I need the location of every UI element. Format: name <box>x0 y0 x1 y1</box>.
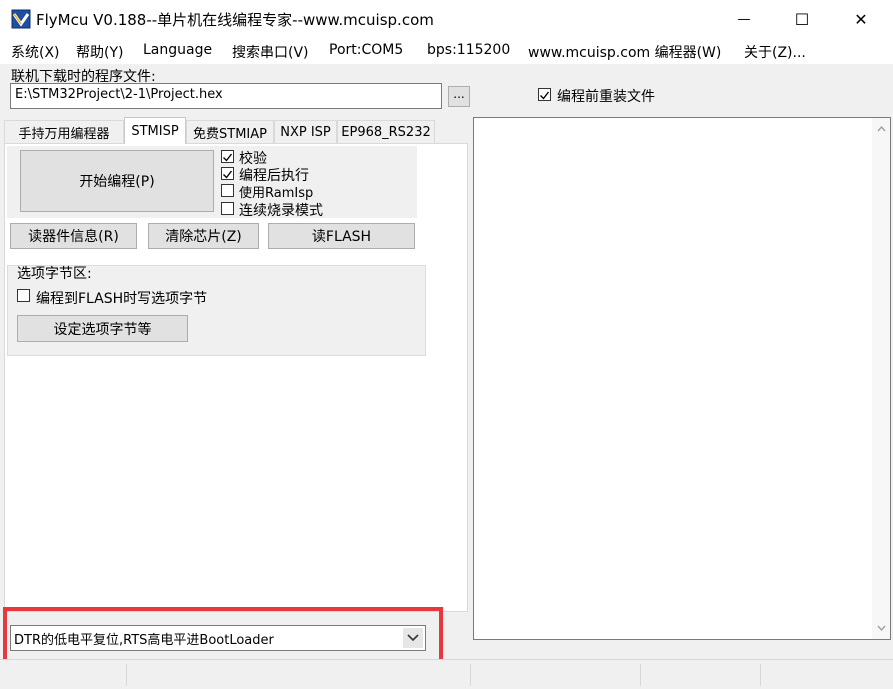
verify-checkbox[interactable] <box>221 150 234 163</box>
start-programming-button[interactable]: 开始编程(P) <box>20 150 214 212</box>
flymcu-app-icon <box>11 9 31 29</box>
maximize-button[interactable]: ☐ <box>779 0 825 38</box>
title-bar[interactable]: FlyMcu V0.188--单片机在线编程专家--www.mcuisp.com… <box>0 0 893 38</box>
continuous-mode-checkbox[interactable] <box>221 202 234 215</box>
status-separator <box>126 664 127 686</box>
run-after-program-checkbox[interactable] <box>221 167 234 180</box>
checkmark-icon <box>540 91 550 100</box>
status-separator <box>640 664 641 686</box>
boot-mode-selected: DTR的低电平复位,RTS高电平进BootLoader <box>14 632 274 648</box>
reload-file-label: 编程前重装文件 <box>557 89 655 105</box>
tab-ep968-rs232[interactable]: EP968_RS232 <box>337 120 435 144</box>
menu-bps[interactable]: bps:115200 <box>427 42 510 58</box>
scroll-down-icon[interactable] <box>877 625 886 631</box>
menu-about[interactable]: 关于(Z)... <box>744 42 806 62</box>
menu-help[interactable]: 帮助(Y) <box>76 42 123 62</box>
program-file-path: E:\STM32Project\2-1\Project.hex <box>15 87 223 102</box>
menu-port[interactable]: Port:COM5 <box>329 42 403 58</box>
tab-stmisp[interactable]: STMISP <box>124 117 186 144</box>
minimize-icon: — <box>737 11 751 27</box>
option-bytes-group-label: 选项字节区: <box>17 266 92 282</box>
checkmark-icon <box>223 153 233 162</box>
read-flash-button[interactable]: 读FLASH <box>268 223 415 249</box>
minimize-button[interactable]: — <box>721 0 767 38</box>
menu-language[interactable]: Language <box>143 42 212 58</box>
status-separator <box>470 664 471 686</box>
chevron-down-icon <box>407 634 419 642</box>
close-icon: ✕ <box>854 9 868 29</box>
read-device-info-button[interactable]: 读器件信息(R) <box>10 223 137 249</box>
use-ramisp-label: 使用RamIsp <box>239 186 314 201</box>
boot-mode-select[interactable]: DTR的低电平复位,RTS高电平进BootLoader <box>10 625 426 651</box>
tab-handheld-programmer[interactable]: 手持万用编程器 <box>4 120 124 144</box>
set-option-bytes-button[interactable]: 设定选项字节等 <box>17 315 188 342</box>
boot-mode-dropdown-button[interactable] <box>403 628 423 648</box>
write-option-bytes-label: 编程到FLASH时写选项字节 <box>36 291 208 307</box>
tab-nxp-isp[interactable]: NXP ISP <box>274 120 337 144</box>
menu-search-port[interactable]: 搜索串口(V) <box>232 42 309 62</box>
log-scrollbar[interactable] <box>872 118 890 639</box>
tab-free-stmiap[interactable]: 免费STMIAP <box>186 120 274 144</box>
menu-system[interactable]: 系统(X) <box>11 42 60 62</box>
write-option-bytes-checkbox[interactable] <box>17 289 30 302</box>
erase-chip-button[interactable]: 清除芯片(Z) <box>148 223 259 249</box>
menu-bar: 系统(X) 帮助(Y) Language 搜索串口(V) Port:COM5 b… <box>0 38 893 64</box>
window-title: FlyMcu V0.188--单片机在线编程专家--www.mcuisp.com <box>36 11 434 29</box>
maximize-icon: ☐ <box>794 9 810 29</box>
reload-file-checkbox[interactable] <box>538 88 551 101</box>
close-button[interactable]: ✕ <box>838 0 884 38</box>
continuous-mode-label: 连续烧录模式 <box>239 203 323 219</box>
log-output-area[interactable] <box>473 117 891 640</box>
browse-file-button[interactable]: ... <box>448 86 470 107</box>
use-ramisp-checkbox[interactable] <box>221 184 234 197</box>
scroll-up-icon[interactable] <box>877 126 886 132</box>
menu-programmer[interactable]: www.mcuisp.com 编程器(W) <box>528 42 721 62</box>
program-file-input[interactable]: E:\STM32Project\2-1\Project.hex <box>10 83 442 109</box>
checkmark-icon <box>223 170 233 179</box>
status-separator <box>760 664 761 686</box>
